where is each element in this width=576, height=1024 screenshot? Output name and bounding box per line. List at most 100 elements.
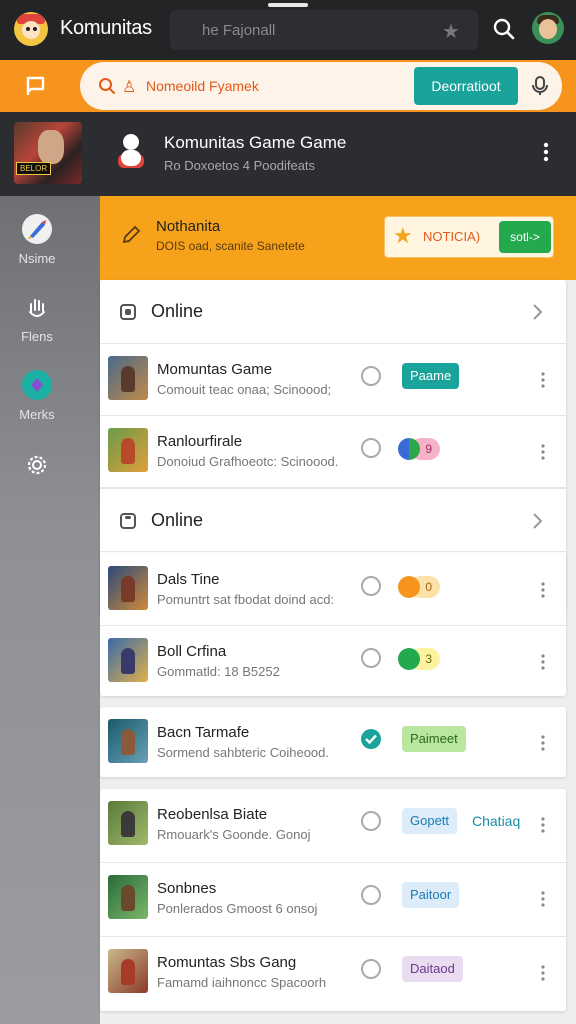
more-options-icon[interactable] [536, 140, 556, 164]
game-thumbnail [108, 566, 148, 610]
sidebar-item-home[interactable]: Nsime [0, 214, 74, 266]
more-options-icon[interactable] [536, 442, 550, 462]
list-item[interactable]: Dals Tine Pomuntrt sat fbodat doind acd:… [100, 554, 566, 626]
status-dot [398, 576, 420, 598]
pencil-icon [122, 225, 141, 244]
status-pill[interactable]: Paitoor [402, 882, 460, 908]
row-subtitle: Comouit teac onaa; Scinoood; [157, 382, 332, 397]
list-item[interactable]: Bacn Tarmafe Sormend sahbteric Coiheood.… [100, 707, 566, 777]
select-radio[interactable] [361, 959, 381, 979]
notice-subtitle: DOIS oad, scanite Sanetete [156, 239, 305, 253]
community-thumbnail[interactable]: BELOR [14, 122, 82, 184]
row-title: Sonbnes [157, 880, 217, 897]
row-subtitle: Famamd iaihnoncc Spacoorh [157, 975, 327, 990]
chat-link[interactable]: Chatiaq [472, 813, 520, 829]
list-item[interactable]: Momuntas Game Comouit teac onaa; Scinooo… [100, 344, 566, 416]
more-options-icon[interactable] [536, 370, 550, 390]
thumbnail-badge: BELOR [16, 162, 52, 175]
list-item[interactable]: Boll Crfina Gommatld: 18 B5252 3 [100, 626, 566, 698]
row-subtitle: Pomuntrt sat fbodat doind acd: [157, 592, 335, 607]
notice-banner: Nothanita DOIS oad, scanite Sanetete ★ N… [100, 196, 576, 280]
app-logo [14, 12, 48, 46]
game-thumbnail [108, 801, 148, 845]
chevron-right-icon[interactable] [532, 302, 544, 322]
mic-icon[interactable] [528, 74, 552, 98]
status-pill[interactable]: Paimeet [402, 726, 466, 752]
flag-icon[interactable] [24, 74, 48, 98]
select-radio[interactable] [361, 438, 381, 458]
user-avatar[interactable] [532, 12, 564, 44]
toolbar-action-button[interactable]: Deorratioot [414, 67, 518, 105]
list-item[interactable]: Ranlourfirale Donoiud Grafhoeotc: Scinoo… [100, 416, 566, 488]
row-subtitle: Ponlerados Gmoost 6 onsoj [157, 901, 318, 916]
row-subtitle: Rmouark's Goonde. Gonoj [157, 827, 311, 842]
section-card: Reobenlsa Biate Rmouark's Goonde. Gonoj … [100, 789, 566, 1011]
sidebar-item-marks[interactable]: Merks [0, 370, 74, 422]
row-title: Momuntas Game [157, 361, 273, 378]
row-title: Reobenlsa Biate [157, 806, 268, 823]
status-indicator[interactable]: 3 [398, 646, 442, 672]
section-card: Bacn Tarmafe Sormend sahbteric Coiheood.… [100, 707, 566, 777]
more-options-icon[interactable] [536, 733, 550, 753]
community-subtitle: Ro Doxoetos 4 Poodifeats [164, 158, 316, 173]
list-item[interactable]: Reobenlsa Biate Rmouark's Goonde. Gonoj … [100, 789, 566, 863]
status-pill[interactable]: Paame [402, 363, 460, 389]
title-bar: Komunitas he Fajonall ★ [0, 0, 576, 60]
section-icon [120, 513, 136, 529]
sidebar-item-friends[interactable]: Flens [0, 292, 74, 344]
more-options-icon[interactable] [536, 889, 550, 909]
content-area: Nothanita DOIS oad, scanite Sanetete ★ N… [100, 196, 576, 1024]
row-title: Bacn Tarmafe [157, 724, 250, 741]
section-card: Dals Tine Pomuntrt sat fbodat doind acd:… [100, 554, 566, 696]
select-radio[interactable] [361, 576, 381, 596]
badge-icon [22, 370, 52, 400]
person-icon: ♙ [122, 79, 137, 96]
notice-title: Nothanita [156, 218, 221, 235]
rocket-icon [22, 214, 52, 244]
hand-icon [22, 292, 52, 322]
section-icon [120, 304, 136, 320]
list-item[interactable]: Sonbnes Ponlerados Gmoost 6 onsoj Paitoo… [100, 863, 566, 937]
community-title: Komunitas Game Game [164, 133, 347, 152]
more-options-icon[interactable] [536, 652, 550, 672]
section-header[interactable]: Online [100, 280, 566, 344]
game-thumbnail [108, 949, 148, 993]
sidebar-item-settings[interactable] [0, 450, 74, 480]
status-dot [398, 438, 420, 460]
game-thumbnail [108, 719, 148, 763]
game-thumbnail [108, 875, 148, 919]
more-options-icon[interactable] [536, 580, 550, 600]
drag-handle[interactable] [268, 3, 308, 7]
list-item[interactable]: Romuntas Sbs Gang Famamd iaihnoncc Spaco… [100, 937, 566, 1011]
search-icon[interactable] [492, 17, 516, 41]
community-header: BELOR Komunitas Game Game Ro Doxoetos 4 … [0, 112, 576, 196]
section-label: Online [151, 301, 204, 321]
toolbar-search-text: Nomeoild Fyamek [146, 78, 259, 94]
notice-box[interactable]: ★ NOTICIA) sotl-> [384, 216, 554, 258]
search-icon [99, 78, 115, 94]
notice-go-button[interactable]: sotl-> [499, 221, 551, 253]
more-options-icon[interactable] [536, 815, 550, 835]
select-radio-checked[interactable] [361, 729, 381, 749]
star-icon[interactable]: ★ [442, 19, 460, 44]
toolbar-search-field[interactable]: ♙ Nomeoild Fyamek Deorratioot [80, 62, 562, 110]
row-title: Boll Crfina [157, 643, 227, 660]
row-subtitle: Gommatld: 18 B5252 [157, 664, 280, 679]
section-label: Online [151, 510, 204, 530]
select-radio[interactable] [361, 811, 381, 831]
select-radio[interactable] [361, 648, 381, 668]
game-thumbnail [108, 428, 148, 472]
status-pill[interactable]: Daitaod [402, 956, 463, 982]
status-indicator[interactable]: 0 [398, 574, 442, 600]
select-radio[interactable] [361, 366, 381, 386]
status-indicator[interactable]: 9 [398, 436, 442, 462]
row-title: Romuntas Sbs Gang [157, 954, 297, 971]
status-pill[interactable]: Gopett [402, 808, 458, 834]
more-options-icon[interactable] [536, 963, 550, 983]
chevron-right-icon[interactable] [532, 511, 544, 531]
select-radio[interactable] [361, 885, 381, 905]
sidebar-label: Flens [21, 329, 53, 344]
section-header[interactable]: Online [100, 488, 566, 552]
gear-icon [22, 450, 52, 480]
title-search-field[interactable]: he Fajonall ★ [170, 10, 478, 50]
